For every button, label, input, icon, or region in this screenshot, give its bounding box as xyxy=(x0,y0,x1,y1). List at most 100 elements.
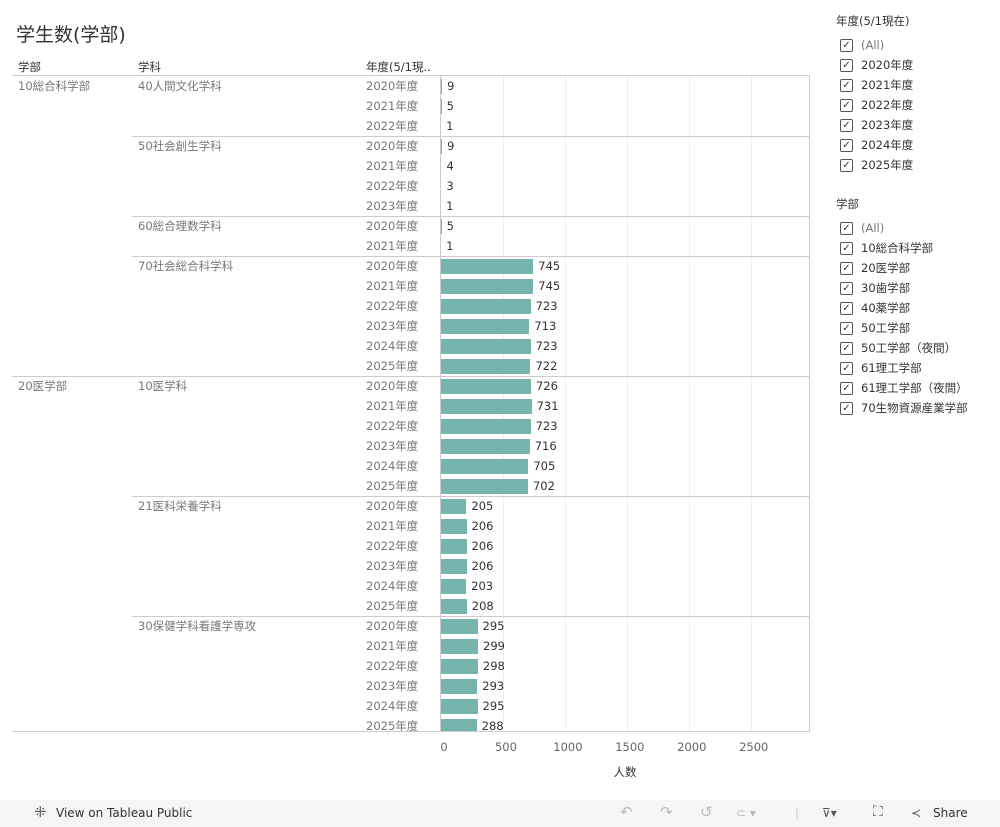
checkbox-checked-icon[interactable]: ✓ xyxy=(840,158,853,172)
bar[interactable] xyxy=(441,558,467,574)
filter-option[interactable]: ✓ 2023年度 xyxy=(836,115,913,135)
revert-icon[interactable]: ↺ xyxy=(700,803,713,821)
year-label[interactable]: 2022年度 xyxy=(366,176,418,196)
filter-option[interactable]: ✓ 2020年度 xyxy=(836,55,913,75)
bar[interactable] xyxy=(441,318,530,334)
faculty-label[interactable]: 20医学部 xyxy=(18,376,67,396)
header-department[interactable]: 学科 xyxy=(138,59,161,75)
year-label[interactable]: 2021年度 xyxy=(366,156,418,176)
bar[interactable] xyxy=(441,218,442,234)
bar[interactable] xyxy=(441,678,478,694)
checkbox-checked-icon[interactable]: ✓ xyxy=(840,341,853,355)
checkbox-checked-icon[interactable]: ✓ xyxy=(840,401,853,415)
bar[interactable] xyxy=(441,418,531,434)
filter-option[interactable]: ✓ 50工学部 xyxy=(836,318,968,338)
year-label[interactable]: 2025年度 xyxy=(366,596,418,616)
bar[interactable] xyxy=(441,658,478,674)
bar[interactable] xyxy=(441,478,528,494)
bar[interactable] xyxy=(441,278,534,294)
year-label[interactable]: 2025年度 xyxy=(366,716,418,731)
filter-option[interactable]: ✓ 50工学部（夜間） xyxy=(836,338,968,358)
checkbox-checked-icon[interactable]: ✓ xyxy=(840,118,853,132)
filter-option[interactable]: ✓ 70生物資源産業学部 xyxy=(836,398,968,418)
year-label[interactable]: 2024年度 xyxy=(366,456,418,476)
year-label[interactable]: 2021年度 xyxy=(366,516,418,536)
bar[interactable] xyxy=(441,298,531,314)
filter-option[interactable]: ✓ 61理工学部 xyxy=(836,358,968,378)
redo-icon[interactable]: ↷ xyxy=(660,803,673,821)
year-label[interactable]: 2020年度 xyxy=(366,616,418,636)
filter-option[interactable]: ✓ 20医学部 xyxy=(836,258,968,278)
year-label[interactable]: 2025年度 xyxy=(366,476,418,496)
checkbox-checked-icon[interactable]: ✓ xyxy=(840,261,853,275)
bar[interactable] xyxy=(441,498,467,514)
year-label[interactable]: 2022年度 xyxy=(366,116,418,136)
checkbox-checked-icon[interactable]: ✓ xyxy=(840,38,853,52)
year-label[interactable]: 2022年度 xyxy=(366,656,418,676)
bar[interactable] xyxy=(441,698,478,714)
filter-option[interactable]: ✓ 2021年度 xyxy=(836,75,913,95)
bar[interactable] xyxy=(441,638,479,654)
bar[interactable] xyxy=(441,598,467,614)
department-label[interactable]: 60総合理数学科 xyxy=(138,216,222,236)
filter-option[interactable]: ✓ 40薬学部 xyxy=(836,298,968,318)
year-label[interactable]: 2020年度 xyxy=(366,136,418,156)
year-label[interactable]: 2020年度 xyxy=(366,256,418,276)
share-button[interactable]: Share xyxy=(933,806,968,820)
header-year[interactable]: 年度(5/1現.. xyxy=(366,59,431,75)
checkbox-checked-icon[interactable]: ✓ xyxy=(840,361,853,375)
checkbox-checked-icon[interactable]: ✓ xyxy=(840,221,853,235)
bar[interactable] xyxy=(441,78,443,94)
checkbox-checked-icon[interactable]: ✓ xyxy=(840,58,853,72)
year-label[interactable]: 2024年度 xyxy=(366,336,418,356)
header-faculty[interactable]: 学部 xyxy=(18,59,41,75)
department-label[interactable]: 40人間文化学科 xyxy=(138,76,222,96)
filter-option[interactable]: ✓ 61理工学部（夜間） xyxy=(836,378,968,398)
checkbox-checked-icon[interactable]: ✓ xyxy=(840,138,853,152)
year-label[interactable]: 2021年度 xyxy=(366,636,418,656)
filter-option[interactable]: ✓ 30歯学部 xyxy=(836,278,968,298)
bar[interactable] xyxy=(441,378,531,394)
year-label[interactable]: 2021年度 xyxy=(366,396,418,416)
filter-option[interactable]: ✓ 10総合科学部 xyxy=(836,238,968,258)
bar[interactable] xyxy=(441,518,467,534)
filter-option[interactable]: ✓ 2022年度 xyxy=(836,95,913,115)
bar[interactable] xyxy=(441,538,467,554)
department-label[interactable]: 10医学科 xyxy=(138,376,187,396)
bar[interactable] xyxy=(441,98,442,114)
year-label[interactable]: 2023年度 xyxy=(366,196,418,216)
year-label[interactable]: 2020年度 xyxy=(366,496,418,516)
department-label[interactable]: 21医科栄養学科 xyxy=(138,496,222,516)
fullscreen-icon[interactable]: ⛶ xyxy=(873,804,883,820)
faculty-label[interactable]: 10総合科学部 xyxy=(18,76,90,96)
year-label[interactable]: 2022年度 xyxy=(366,296,418,316)
download-icon[interactable]: ⊽▾ xyxy=(822,806,837,820)
view-on-tableau-public-link[interactable]: View on Tableau Public xyxy=(56,806,192,820)
bar[interactable] xyxy=(441,618,478,634)
bar[interactable] xyxy=(441,458,529,474)
year-label[interactable]: 2022年度 xyxy=(366,416,418,436)
year-label[interactable]: 2025年度 xyxy=(366,356,418,376)
checkbox-checked-icon[interactable]: ✓ xyxy=(840,381,853,395)
bar[interactable] xyxy=(441,718,477,731)
bar[interactable] xyxy=(441,578,467,594)
bar[interactable] xyxy=(441,358,531,374)
year-label[interactable]: 2022年度 xyxy=(366,536,418,556)
filter-option[interactable]: ✓ 2024年度 xyxy=(836,135,913,155)
year-label[interactable]: 2020年度 xyxy=(366,216,418,236)
department-label[interactable]: 50社会創生学科 xyxy=(138,136,222,156)
bar[interactable] xyxy=(441,138,443,154)
year-label[interactable]: 2024年度 xyxy=(366,696,418,716)
year-label[interactable]: 2021年度 xyxy=(366,276,418,296)
bar[interactable] xyxy=(441,258,534,274)
checkbox-checked-icon[interactable]: ✓ xyxy=(840,98,853,112)
year-label[interactable]: 2021年度 xyxy=(366,96,418,116)
bar[interactable] xyxy=(441,398,532,414)
year-label[interactable]: 2020年度 xyxy=(366,376,418,396)
department-label[interactable]: 70社会総合科学科 xyxy=(138,256,233,276)
checkbox-checked-icon[interactable]: ✓ xyxy=(840,241,853,255)
refresh-icon[interactable]: ⊂ ▾ xyxy=(736,806,756,820)
year-label[interactable]: 2023年度 xyxy=(366,676,418,696)
bar[interactable] xyxy=(441,338,531,354)
checkbox-checked-icon[interactable]: ✓ xyxy=(840,321,853,335)
